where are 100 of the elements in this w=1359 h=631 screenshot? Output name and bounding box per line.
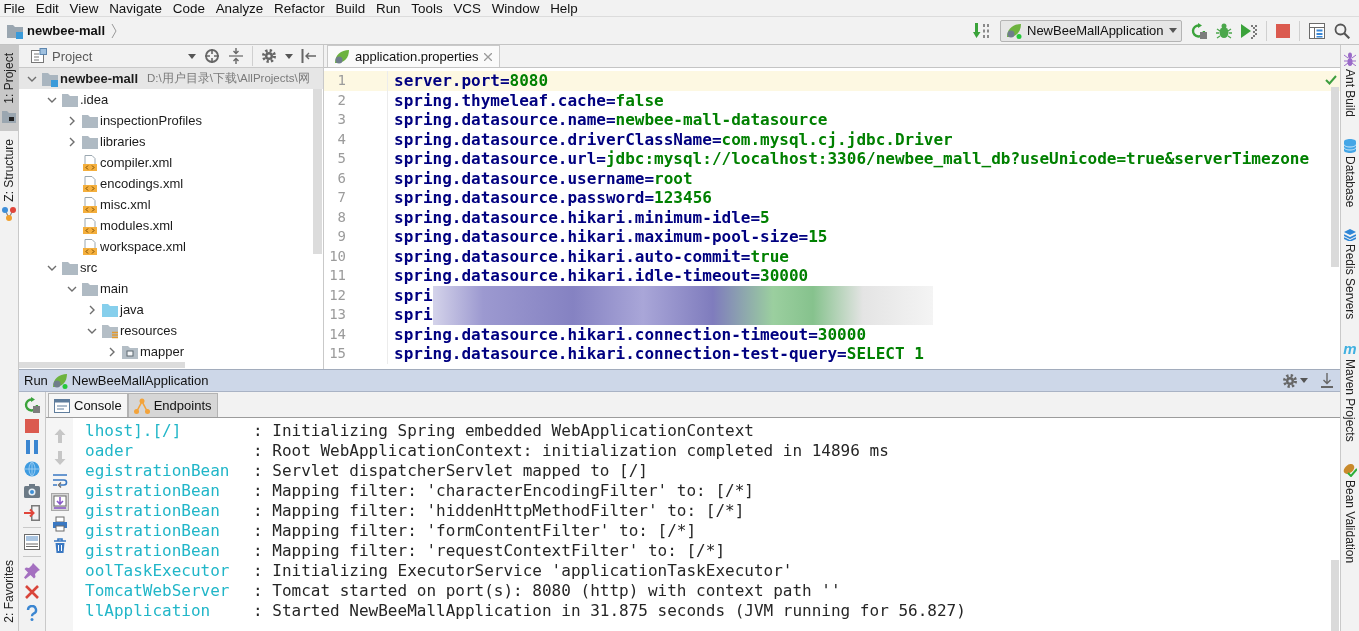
- module-folder-icon: [42, 70, 58, 87]
- hide-panel-icon[interactable]: [301, 48, 317, 64]
- search-icon[interactable]: [1334, 22, 1350, 39]
- menu-item[interactable]: Build: [330, 0, 371, 16]
- camera-icon[interactable]: [24, 483, 40, 499]
- line-number: 13: [324, 305, 388, 325]
- code-line: spri: [394, 305, 433, 325]
- tree-item[interactable]: libraries: [19, 131, 323, 152]
- bug-icon[interactable]: [1216, 22, 1232, 39]
- printer-icon[interactable]: [50, 515, 69, 533]
- log-message: : Mapping filter: 'formContentFilter' to: [/*]: [253, 521, 697, 541]
- tree-item[interactable]: inspectionProfiles: [19, 110, 323, 131]
- menu-item[interactable]: Analyze: [210, 0, 269, 16]
- close-icon[interactable]: [483, 52, 492, 61]
- code-line: spring.datasource.driverClassName=com.mysql.cj.jdbc.Driver: [394, 129, 953, 149]
- globe-icon[interactable]: [24, 461, 40, 477]
- editor-tab[interactable]: application.properties: [327, 45, 500, 67]
- pin-icon[interactable]: [24, 563, 40, 579]
- tool-window-button[interactable]: Z: Structure: [0, 130, 18, 230]
- tool-window-button[interactable]: 1: Project: [0, 45, 18, 131]
- help-icon[interactable]: [26, 605, 38, 621]
- tool-window-button[interactable]: m Maven Projects: [1341, 339, 1359, 444]
- tool-window-button[interactable]: Bean Validation: [1341, 461, 1359, 566]
- code-line: spring.datasource.hikari.maximum-pool-size=15: [394, 227, 828, 247]
- collapse-all-icon[interactable]: [228, 48, 244, 64]
- scroll-to-end-icon[interactable]: [50, 493, 69, 511]
- log-source: egistrationBean: [85, 461, 230, 481]
- folder-icon: [2, 109, 16, 123]
- log-source: gistrationBean: [85, 541, 220, 561]
- caret-down-icon: [188, 53, 196, 59]
- structure-icon: [2, 207, 16, 222]
- stop-icon[interactable]: [1276, 23, 1290, 38]
- arrow-to-line-icon[interactable]: [1320, 372, 1334, 389]
- tree-item[interactable]: modules.xml: [19, 215, 323, 236]
- menu-item[interactable]: Tools: [405, 0, 448, 16]
- menu-item[interactable]: Help: [544, 0, 584, 16]
- breadcrumb-item[interactable]: newbee-mall: [7, 22, 106, 39]
- tree-item[interactable]: misc.xml: [19, 194, 323, 215]
- scrollbar-thumb[interactable]: [1331, 560, 1339, 631]
- menu-item[interactable]: VCS: [448, 0, 487, 16]
- tool-window-button[interactable]: Ant Build: [1341, 50, 1359, 120]
- line-number: 10: [324, 246, 388, 266]
- stack-icon: [1344, 229, 1356, 242]
- console-tab[interactable]: Console: [48, 393, 128, 417]
- tree-item[interactable]: main: [19, 278, 323, 299]
- menu-item[interactable]: Window: [486, 0, 545, 16]
- rerun-icon[interactable]: [1191, 22, 1207, 39]
- gear-icon[interactable]: [261, 48, 277, 64]
- tree-item[interactable]: newbee-mall D:\用户目录\下载\AllProjects\网: [19, 68, 323, 89]
- tree-item[interactable]: java: [19, 299, 323, 320]
- scrollbar-thumb[interactable]: [19, 362, 185, 368]
- tree-item[interactable]: mapper: [19, 341, 323, 362]
- grid-icon[interactable]: [1309, 22, 1325, 39]
- pause-icon[interactable]: [24, 439, 40, 455]
- caret-down-icon: [1168, 28, 1177, 33]
- crosshair-icon[interactable]: [204, 48, 220, 64]
- tree-item[interactable]: resources: [19, 320, 323, 341]
- code-line: spring.datasource.username=root: [394, 168, 693, 188]
- check-icon: [1325, 75, 1337, 85]
- scrollbar-thumb[interactable]: [313, 89, 322, 254]
- code-line: spring.datasource.password=123456: [394, 188, 712, 208]
- rerun-icon[interactable]: [24, 397, 40, 413]
- tool-window-button[interactable]: Database: [1341, 137, 1359, 210]
- line-number: 3: [324, 110, 388, 130]
- folder-icon: [82, 280, 98, 297]
- menu-item[interactable]: File: [0, 0, 31, 16]
- layout-icon[interactable]: [24, 534, 40, 550]
- console-tab[interactable]: Endpoints: [127, 393, 218, 417]
- folder-icon: [102, 301, 118, 318]
- tree-item[interactable]: src: [19, 257, 323, 278]
- menu-item[interactable]: Navigate: [103, 0, 168, 16]
- log-message: : Mapping filter: 'hiddenHttpMethodFilter' to: [/*]: [253, 501, 745, 521]
- line-number: 7: [324, 188, 388, 208]
- arrow-digits-icon[interactable]: [973, 22, 991, 39]
- menu-item[interactable]: View: [64, 0, 104, 16]
- log-source: oolTaskExecutor: [85, 561, 230, 581]
- line-number: 15: [324, 344, 388, 364]
- xml-file-icon: [82, 238, 98, 255]
- log-message: : Servlet dispatcherServlet mapped to [/]: [253, 461, 648, 481]
- tree-item[interactable]: .idea: [19, 89, 323, 110]
- tree-item[interactable]: encodings.xml: [19, 173, 323, 194]
- module-folder-icon: [7, 22, 23, 39]
- exit-icon[interactable]: [24, 505, 40, 521]
- wrap-lines-icon[interactable]: [50, 471, 69, 489]
- run-configuration-dropdown[interactable]: NewBeeMallApplication: [1000, 19, 1182, 42]
- menu-item[interactable]: Refactor: [268, 0, 331, 16]
- menu-item[interactable]: Run: [370, 0, 406, 16]
- tool-window-button[interactable]: 2: Favorites: [0, 552, 18, 631]
- menu-item[interactable]: Edit: [30, 0, 65, 16]
- scrollbar-thumb[interactable]: [1331, 87, 1339, 267]
- gear-icon[interactable]: [1282, 372, 1298, 389]
- tree-item[interactable]: compiler.xml: [19, 152, 323, 173]
- caret-down-icon[interactable]: [285, 53, 293, 59]
- play-checker-icon[interactable]: [1241, 22, 1257, 39]
- close-icon[interactable]: [25, 585, 39, 599]
- tree-item[interactable]: workspace.xml: [19, 236, 323, 257]
- caret-down-icon[interactable]: [1300, 378, 1308, 383]
- tool-window-button[interactable]: Redis Servers: [1341, 227, 1359, 322]
- project-window-icon: [31, 48, 47, 64]
- menu-item[interactable]: Code: [167, 0, 211, 16]
